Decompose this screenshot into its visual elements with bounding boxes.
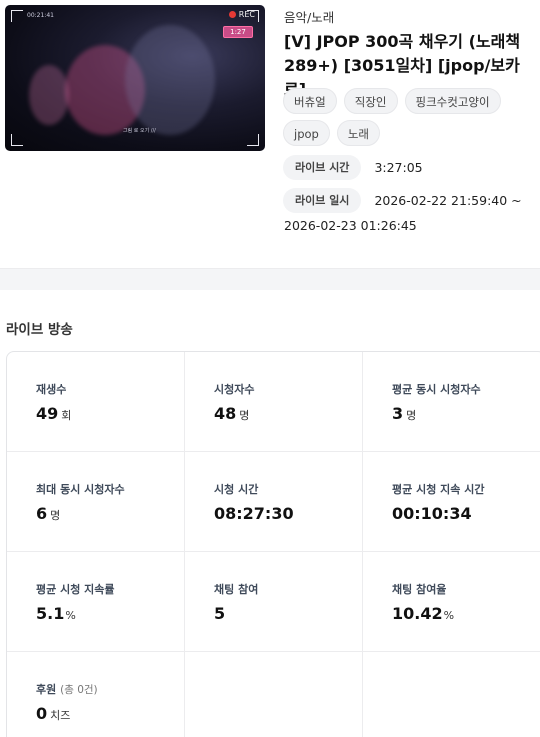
tag-chip[interactable]: 노래 [336,120,381,146]
thumbnail-time: 00:21:41 [27,12,54,19]
live-time-row: 라이브 시간 3:27:05 [283,155,423,180]
live-time-label: 라이브 시간 [283,155,362,180]
live-date-row: 라이브 일시 2026-02-22 21:59:40 ~ [283,188,522,213]
tag-chip[interactable]: 버츄얼 [283,88,337,114]
stat-label: 시청자수 [214,383,255,396]
stat-card-empty [185,652,363,737]
stat-value: 08:27:30 [214,504,294,523]
frame-corner-icon [247,134,259,146]
stat-unit: % [443,609,455,622]
stat-card-avg-watch-duration: 평균 시청 지속 시간 00:10:34 [363,452,540,552]
video-info-card: 00:21:41 REC 1:27 그림 로 오기 /// 음악/노래 [V] … [0,0,540,268]
stat-label-text: 후원 [36,683,57,696]
stat-unit: 회 [61,409,72,422]
stat-card-chat-rate: 채팅 참여율 10.42% [363,552,540,652]
video-category[interactable]: 음악/노래 [284,7,334,26]
stat-card-chat-participation: 채팅 참여 5 [185,552,363,652]
section-title: 라이브 방송 [6,322,73,338]
stat-label: 평균 시청 지속률 [36,583,115,596]
stat-value: 0 [36,704,48,723]
live-date-label: 라이브 일시 [283,188,362,213]
stat-value: 6 [36,504,48,523]
stat-value: 49 [36,404,59,423]
stat-card-viewers: 시청자수 48 명 [185,352,363,452]
stat-label: 재생수 [36,383,67,396]
stat-value: 5.1 [36,604,65,623]
stat-label: 채팅 참여 [214,583,259,596]
rec-label: REC [238,10,255,19]
tag-chip[interactable]: 직장인 [343,88,398,114]
stat-label: 평균 시청 지속 시간 [392,483,485,496]
live-date-start: 2026-02-22 21:59:40 ~ [374,193,522,208]
stat-label-sub: (총 0건) [60,684,98,696]
battery-icon: 1:27 [223,26,253,38]
stat-value: 3 [392,404,404,423]
stat-label: 채팅 참여율 [392,583,447,596]
stat-card-watch-time: 시청 시간 08:27:30 [185,452,363,552]
stat-card-plays: 재생수 49 회 [7,352,185,452]
stat-label: 후원 (총 0건) [36,682,184,698]
stat-card-avg-concurrent: 평균 동시 시청자수 3명 [363,352,540,452]
frame-corner-icon [11,134,23,146]
video-thumbnail[interactable]: 00:21:41 REC 1:27 그림 로 오기 /// [5,5,265,151]
stat-card-avg-retention: 평균 시청 지속률 5.1% [7,552,185,652]
stat-card-empty [363,652,540,737]
rec-indicator: REC [228,10,255,19]
live-time-value: 3:27:05 [374,160,423,175]
thumbnail-caption: 그림 로 오기 /// [123,128,156,134]
stat-card-donation: 후원 (총 0건) 0 치즈 [7,652,185,737]
stat-unit: 치즈 [50,709,71,722]
stat-unit: % [65,609,76,622]
stat-value: 5 [214,604,226,623]
frame-corner-icon [11,10,23,22]
stat-card-max-concurrent: 최대 동시 시청자수 6명 [7,452,185,552]
tag-chip[interactable]: 핑크수컷고양이 [404,88,501,114]
stat-label: 최대 동시 시청자수 [36,483,125,496]
live-date-end: 2026-02-23 01:26:45 [284,218,417,233]
rec-dot-icon [228,11,236,18]
stat-value: 48 [214,404,237,423]
stat-value: 00:10:34 [392,504,472,523]
stat-unit: 명 [406,409,417,422]
stat-label: 시청 시간 [214,483,259,496]
stat-unit: 명 [239,409,250,422]
stat-value: 10.42 [392,604,443,623]
stat-label: 평균 동시 시청자수 [392,383,481,396]
section-divider [0,268,540,290]
tag-chip[interactable]: jpop [283,120,330,146]
tag-list: 버츄얼 직장인 핑크수컷고양이 jpop 노래 [283,88,537,146]
stat-unit: 명 [50,509,61,522]
stats-grid: 재생수 49 회 시청자수 48 명 평균 동시 시청자수 3명 최대 동시 시청자… [6,351,540,737]
camera-frame [11,10,259,146]
